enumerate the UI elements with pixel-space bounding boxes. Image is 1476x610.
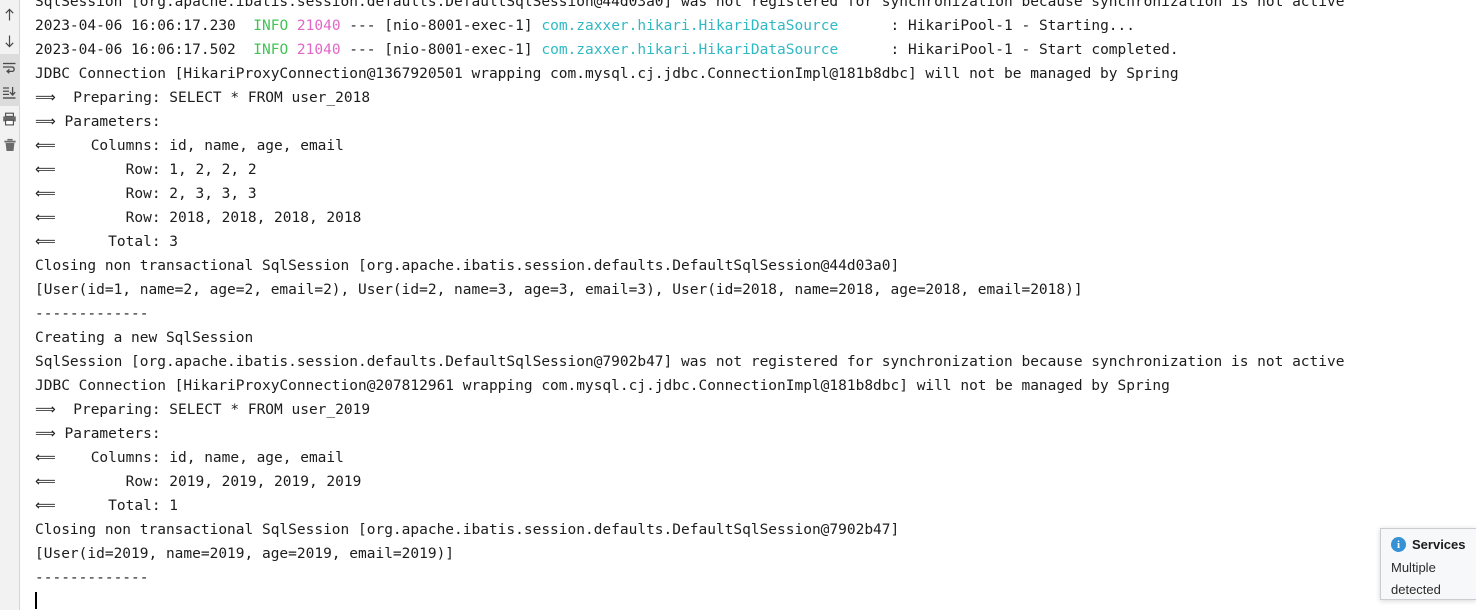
console-line: ⟹ Parameters: xyxy=(35,422,1476,446)
console-token-plain: ⟹ Preparing: SELECT * FROM user_2018 xyxy=(35,90,371,106)
console-line: [User(id=2019, name=2019, age=2019, emai… xyxy=(35,542,1476,566)
scroll-down-icon[interactable] xyxy=(0,28,20,54)
console-token-plain: ⟸ Row: 2018, 2018, 2018, 2018 xyxy=(35,210,362,226)
trash-icon[interactable] xyxy=(0,132,20,158)
console-token-plain: ------------- xyxy=(35,570,149,586)
console-line: ⟸ Total: 1 xyxy=(35,494,1476,518)
console-token-plain: 2023-04-06 16:06:17.502 xyxy=(35,42,254,58)
console-token-plain: ⟸ Row: 2, 3, 3, 3 xyxy=(35,186,257,202)
console-token-plain: ⟸ Total: 3 xyxy=(35,234,179,250)
console-toolbar xyxy=(0,0,20,610)
console-token-plain: JDBC Connection [HikariProxyConnection@2… xyxy=(35,378,1170,394)
print-icon[interactable] xyxy=(0,106,20,132)
console-token-cls: com.zaxxer.hikari.HikariDataSource xyxy=(541,42,839,58)
console-token-plain: : HikariPool-1 - Starting... xyxy=(838,18,1135,34)
console-token-plain: ------------- xyxy=(35,306,149,322)
console-window: SqlSession [org.apache.ibatis.session.de… xyxy=(0,0,1476,610)
console-line: ⟹ Preparing: SELECT * FROM user_2019 xyxy=(35,398,1476,422)
info-icon: i xyxy=(1391,537,1406,552)
console-line: ⟹ Preparing: SELECT * FROM user_2018 xyxy=(35,86,1476,110)
console-token-plain: ⟸ Columns: id, name, age, email xyxy=(35,450,344,466)
console-line: SqlSession [org.apache.ibatis.session.de… xyxy=(35,350,1476,374)
console-line: Closing non transactional SqlSession [or… xyxy=(35,518,1476,542)
console-token-info: INFO xyxy=(253,18,289,34)
console-token-plain xyxy=(288,42,297,58)
soft-wrap-icon[interactable] xyxy=(0,54,20,80)
console-line: ⟸ Total: 3 xyxy=(35,230,1476,254)
console-token-plain: SqlSession [org.apache.ibatis.session.de… xyxy=(35,0,1345,10)
console-line xyxy=(35,590,1476,610)
services-notification-balloon[interactable]: i Services Multiple detected xyxy=(1380,528,1476,600)
console-line: ⟹ Parameters: xyxy=(35,110,1476,134)
console-line: ⟸ Row: 1, 2, 2, 2 xyxy=(35,158,1476,182)
console-token-plain: [User(id=1, name=2, age=2, email=2), Use… xyxy=(35,282,1083,298)
console-line: ------------- xyxy=(35,566,1476,590)
console-token-info: INFO xyxy=(253,42,289,58)
notification-body: Multiple detected xyxy=(1391,557,1476,599)
text-caret xyxy=(35,592,37,609)
console-line: ⟸ Row: 2019, 2019, 2019, 2019 xyxy=(35,470,1476,494)
notification-body-line: detected xyxy=(1391,582,1441,597)
console-line: Closing non transactional SqlSession [or… xyxy=(35,254,1476,278)
console-line: JDBC Connection [HikariProxyConnection@1… xyxy=(35,62,1476,86)
console-line: ⟸ Row: 2, 3, 3, 3 xyxy=(35,182,1476,206)
console-token-plain: Closing non transactional SqlSession [or… xyxy=(35,522,900,538)
console-token-pid: 21040 xyxy=(296,18,341,34)
console-line: ------------- xyxy=(35,302,1476,326)
console-token-plain: 2023-04-06 16:06:17.230 xyxy=(35,18,254,34)
notification-body-line: Multiple xyxy=(1391,560,1436,575)
notification-header: i Services xyxy=(1391,537,1476,552)
console-token-plain: ⟸ Total: 1 xyxy=(35,498,179,514)
notification-title: Services xyxy=(1412,537,1466,552)
scroll-up-icon[interactable] xyxy=(0,2,20,28)
console-output[interactable]: SqlSession [org.apache.ibatis.session.de… xyxy=(21,0,1476,610)
console-line: 2023-04-06 16:06:17.502 INFO 21040 --- [… xyxy=(35,38,1476,62)
console-line: SqlSession [org.apache.ibatis.session.de… xyxy=(35,0,1476,14)
console-line: ⟸ Row: 2018, 2018, 2018, 2018 xyxy=(35,206,1476,230)
console-token-plain: ⟹ Preparing: SELECT * FROM user_2019 xyxy=(35,402,371,418)
console-token-pid: 21040 xyxy=(296,42,341,58)
console-token-plain xyxy=(288,18,297,34)
console-line: ⟸ Columns: id, name, age, email xyxy=(35,446,1476,470)
console-line: JDBC Connection [HikariProxyConnection@2… xyxy=(35,374,1476,398)
console-line: ⟸ Columns: id, name, age, email xyxy=(35,134,1476,158)
console-token-plain: SqlSession [org.apache.ibatis.session.de… xyxy=(35,354,1345,370)
console-token-plain: ⟹ Parameters: xyxy=(35,114,170,130)
console-token-plain: --- [nio-8001-exec-1] xyxy=(340,18,542,34)
console-token-plain: [User(id=2019, name=2019, age=2019, emai… xyxy=(35,546,455,562)
console-token-plain: JDBC Connection [HikariProxyConnection@1… xyxy=(35,66,1179,82)
console-line: 2023-04-06 16:06:17.230 INFO 21040 --- [… xyxy=(35,14,1476,38)
scroll-to-end-icon[interactable] xyxy=(0,80,20,106)
console-token-plain: Closing non transactional SqlSession [or… xyxy=(35,258,900,274)
console-token-plain: Creating a new SqlSession xyxy=(35,330,254,346)
console-line: Creating a new SqlSession xyxy=(35,326,1476,350)
console-line: [User(id=1, name=2, age=2, email=2), Use… xyxy=(35,278,1476,302)
console-token-cls: com.zaxxer.hikari.HikariDataSource xyxy=(541,18,839,34)
console-token-plain: ⟸ Row: 2019, 2019, 2019, 2019 xyxy=(35,474,362,490)
console-token-plain: ⟸ Columns: id, name, age, email xyxy=(35,138,344,154)
console-token-plain: --- [nio-8001-exec-1] xyxy=(340,42,542,58)
console-token-plain: : HikariPool-1 - Start completed. xyxy=(838,42,1179,58)
console-token-plain: ⟸ Row: 1, 2, 2, 2 xyxy=(35,162,257,178)
console-token-plain: ⟹ Parameters: xyxy=(35,426,170,442)
